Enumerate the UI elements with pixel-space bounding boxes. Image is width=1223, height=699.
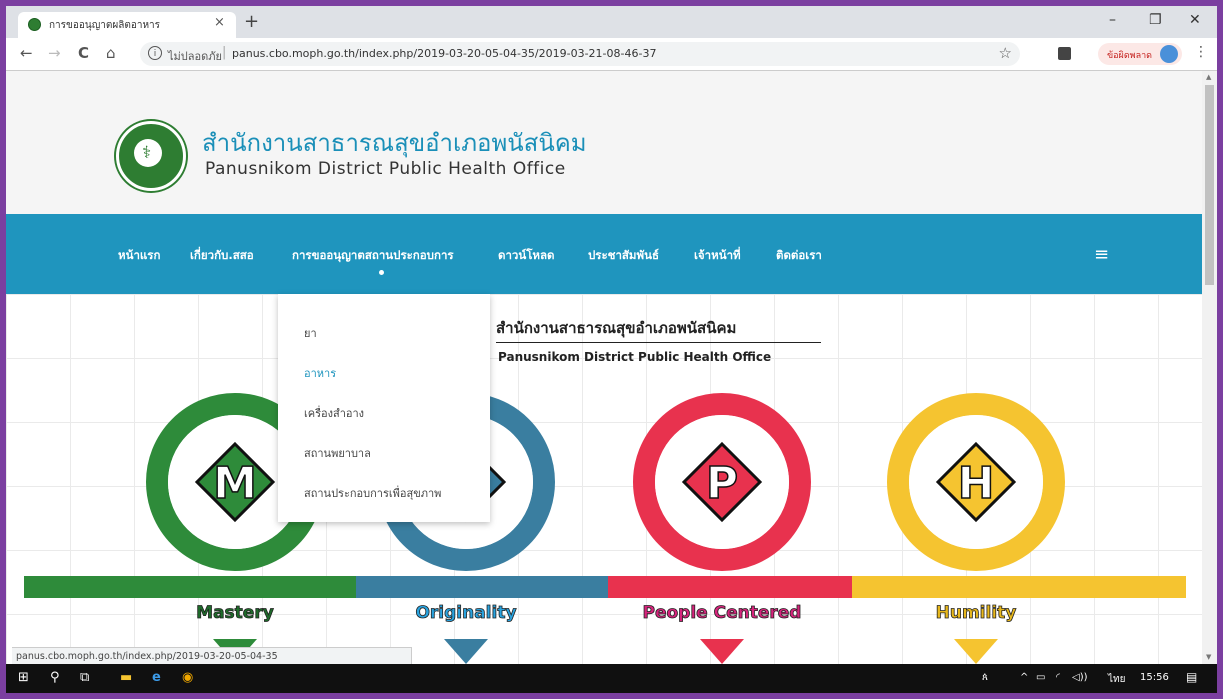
scroll-thumb[interactable] <box>1205 85 1214 285</box>
tab-title: การขออนุญาตผลิตอาหาร <box>49 20 161 31</box>
main-nav: หน้าแรก เกี่ยวกับ.สสอ การขออนุญาตสถานประ… <box>6 214 1202 294</box>
reload-button[interactable]: C <box>78 44 89 62</box>
site-title-th: สำนักงานสาธารณสุขอำเภอพนัสนิคม <box>202 129 587 157</box>
tray-chevron-icon[interactable]: ^ <box>1020 672 1028 683</box>
site-header: ⚕ สำนักงานสาธารณสุขอำเภอพนัสนิคม Panusni… <box>6 71 1202 214</box>
volume-icon[interactable]: ◁)) <box>1072 672 1088 683</box>
page-scrollbar[interactable]: ▲ ▼ <box>1202 71 1217 664</box>
browser-tab[interactable]: การขออนุญาตผลิตอาหาร × <box>18 12 236 38</box>
browser-window: การขออนุญาตผลิตอาหาร × + – ❐ ✕ ← → C ⌂ i… <box>6 6 1217 693</box>
notification-icon[interactable]: ▤ <box>1186 670 1197 684</box>
window-close-button[interactable]: ✕ <box>1189 12 1201 28</box>
nav-item-contact[interactable]: ติดต่อเรา <box>776 247 822 265</box>
new-tab-button[interactable]: + <box>244 11 259 32</box>
nav-item-home[interactable]: หน้าแรก <box>118 247 160 265</box>
url-separator: | <box>222 45 227 60</box>
value-word: Mastery <box>196 603 274 623</box>
permits-dropdown-menu: ยา อาหาร เครื่องสำอาง สถานพยาบาล สถานประ… <box>278 294 490 522</box>
people-icon[interactable]: ጰ <box>982 672 988 683</box>
status-bar-url: panus.cbo.moph.go.th/index.php/2019-03-2… <box>12 647 412 665</box>
address-bar[interactable]: i ไม่ปลอดภัย | panus.cbo.moph.go.th/inde… <box>140 42 1020 66</box>
nav-item-permits[interactable]: การขออนุญาตสถานประกอบการ <box>292 247 454 265</box>
dropdown-item-cosmetics[interactable]: เครื่องสำอาง <box>304 404 364 422</box>
profile-error-button[interactable]: ข้อผิดพลาด <box>1098 43 1182 65</box>
tab-close-icon[interactable]: × <box>214 15 225 30</box>
value-arrow <box>700 639 744 664</box>
nav-item-news[interactable]: ประชาสัมพันธ์ <box>588 247 659 265</box>
security-label: ไม่ปลอดภัย <box>168 50 222 63</box>
value-band <box>356 576 608 598</box>
value-letter: H <box>958 458 995 509</box>
content-title-th: สำนักงานสาธารณสุขอำเภอพนัสนิคม <box>496 319 737 337</box>
restore-button[interactable]: ❐ <box>1149 12 1162 28</box>
active-nav-indicator <box>379 270 384 275</box>
scroll-down-icon[interactable]: ▼ <box>1206 653 1211 661</box>
tab-strip: การขออนุญาตผลิตอาหาร × + – ❐ ✕ <box>6 6 1217 38</box>
value-word: Humility <box>936 603 1017 623</box>
task-view-icon[interactable]: ⧉ <box>80 670 89 685</box>
dropdown-item-drugs[interactable]: ยา <box>304 324 317 342</box>
avatar <box>1160 45 1178 63</box>
dropdown-item-clinics[interactable]: สถานพยาบาล <box>304 444 371 462</box>
nav-item-download[interactable]: ดาวน์โหลด <box>498 247 555 265</box>
content-area: MMasteryOOriginalityPPeople CenteredHHum… <box>6 294 1202 664</box>
site-title-en: Panusnikom District Public Health Office <box>205 159 566 179</box>
value-band <box>608 576 852 598</box>
browser-toolbar: ← → C ⌂ i ไม่ปลอดภัย | panus.cbo.moph.go… <box>6 38 1217 71</box>
value-band <box>852 576 1186 598</box>
edge-icon[interactable]: e <box>152 670 161 685</box>
back-button[interactable]: ← <box>20 44 33 62</box>
value-band <box>24 576 356 598</box>
search-icon[interactable]: ⚲ <box>50 670 60 685</box>
nav-item-staff[interactable]: เจ้าหน้าที่ <box>694 247 741 265</box>
caduceus-icon: ⚕ <box>142 143 152 163</box>
value-arrow <box>954 639 998 664</box>
dropdown-item-health-business[interactable]: สถานประกอบการเพื่อสุขภาพ <box>304 484 441 502</box>
chrome-icon[interactable]: ◉ <box>182 670 193 685</box>
title-divider <box>496 342 821 343</box>
value-badge-humility: H Humility <box>852 393 1186 664</box>
value-letter: M <box>213 458 257 509</box>
content-title-en: Panusnikom District Public Health Office <box>498 350 772 364</box>
hamburger-menu-icon[interactable]: ≡ <box>1094 244 1109 265</box>
url-text[interactable]: panus.cbo.moph.go.th/index.php/2019-03-2… <box>232 47 656 60</box>
value-word: Originality <box>415 603 516 623</box>
clock[interactable]: 15:56 <box>1140 672 1169 683</box>
windows-taskbar: ⊞ ⚲ ⧉ ▬ e ◉ ጰ ^ ▭ ◜ ◁)) ไทย 15:56 ▤ <box>6 664 1217 693</box>
value-badge-people-centered: P People Centered <box>608 393 852 664</box>
bookmark-star-icon[interactable]: ☆ <box>999 44 1012 62</box>
file-explorer-icon[interactable]: ▬ <box>120 670 132 685</box>
start-icon[interactable]: ⊞ <box>18 670 29 685</box>
language-indicator[interactable]: ไทย <box>1108 672 1125 687</box>
forward-button[interactable]: → <box>48 44 61 62</box>
extension-icon[interactable] <box>1058 47 1071 60</box>
browser-menu-icon[interactable]: ⋮ <box>1194 44 1208 60</box>
battery-icon[interactable]: ▭ <box>1036 672 1045 683</box>
value-letter: P <box>706 458 738 509</box>
value-word: People Centered <box>643 603 802 623</box>
dropdown-item-food[interactable]: อาหาร <box>304 364 336 382</box>
value-arrow <box>444 639 488 664</box>
scroll-up-icon[interactable]: ▲ <box>1206 73 1211 81</box>
profile-label: ข้อผิดพลาด <box>1107 51 1153 61</box>
wifi-icon[interactable]: ◜ <box>1056 672 1060 683</box>
favicon-icon <box>28 18 41 31</box>
ministry-logo[interactable]: ⚕ <box>116 121 186 191</box>
minimize-button[interactable]: – <box>1109 12 1116 28</box>
info-icon[interactable]: i <box>148 46 162 60</box>
home-button[interactable]: ⌂ <box>106 44 116 62</box>
nav-item-about[interactable]: เกี่ยวกับ.สสอ <box>190 247 254 265</box>
web-page: ⚕ สำนักงานสาธารณสุขอำเภอพนัสนิคม Panusni… <box>6 71 1202 664</box>
